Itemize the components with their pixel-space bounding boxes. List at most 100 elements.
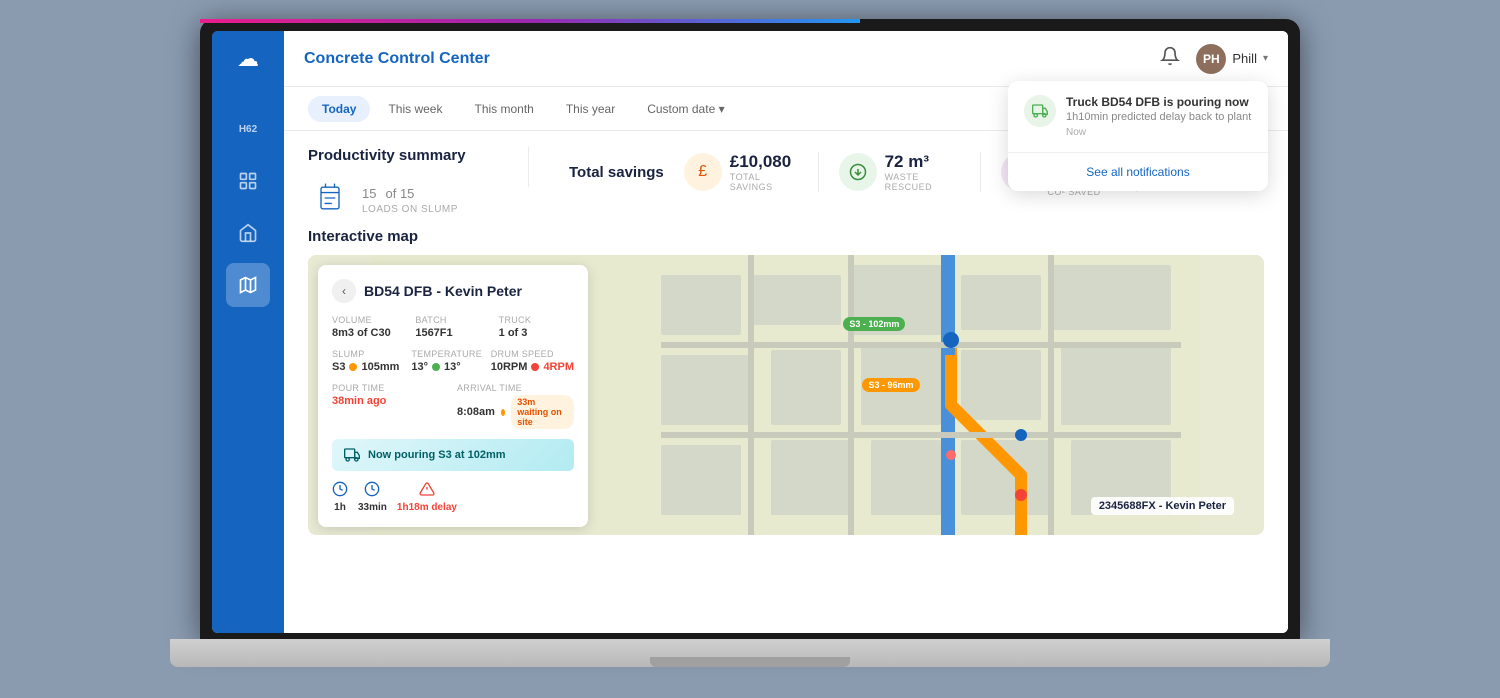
truck-number-field: Truck 1 of 3 [499,315,574,339]
clock-icon-2 [364,481,380,497]
tab-this-year[interactable]: This year [552,96,629,122]
productivity-col: Productivity summary [308,147,488,220]
sidebar-item-h62[interactable]: H62 [212,107,284,151]
bell-button[interactable] [1160,46,1180,71]
truck-slump-info: Slump S3 105mm Temperature [332,349,574,373]
cloud-icon: ☁ [237,46,259,72]
savings-item-0: £ £10,080 TOTAL SAVINGS [684,152,798,192]
laptop-frame: ☁ H62 [170,19,1330,679]
truck-volume-field: Volume 8m3 of C30 [332,315,407,339]
user-menu[interactable]: PH Phill ▾ [1196,44,1268,74]
footer-stat-2: 33min [358,481,387,513]
truck-basic-info: Volume 8m3 of C30 Batch 1567F1 Truck [332,315,574,339]
truck-batch-field: Batch 1567F1 [415,315,490,339]
map-section: Interactive map [308,228,1264,535]
footer-stat-delay: 1h18m delay [397,481,457,513]
drum-val2: 4RPM [543,361,574,373]
savings-info-0: £10,080 TOTAL SAVINGS [730,152,798,192]
sidebar-label: H62 [239,124,257,135]
drum-label: Drum speed [491,349,574,359]
savings-value-1: 72 m³ [885,152,961,172]
temp-values: 13° 13° [411,361,482,373]
sidebar-item-menu1[interactable] [226,159,270,203]
truck-label: Truck [499,315,574,325]
savings-item-1: 72 m³ WASTE RESCUED [839,152,961,192]
truck-name: BD54 DFB - Kevin Peter [364,283,522,299]
savings-label-0: TOTAL SAVINGS [730,172,798,192]
pour-label: Pour time [332,383,449,393]
notification-subtitle: 1h10min predicted delay back to plant [1066,111,1252,123]
map-label-s3-96: S3 - 96mm [862,378,919,392]
savings-title: Total savings [569,164,664,181]
savings-value-0: £10,080 [730,152,798,172]
sidebar-item-map[interactable] [226,263,270,307]
header-right: PH Phill ▾ [1160,44,1268,74]
arrival-field: Arrival time 8:08am 33m waiting on site [457,383,574,429]
temp-label: Temperature [411,349,482,359]
sidebar: ☁ H62 [212,31,284,633]
loads-icon [308,176,352,220]
tab-this-week[interactable]: This week [374,96,456,122]
footer-val1: 1h [334,502,346,513]
savings-label-1: WASTE RESCUED [885,172,961,192]
map-container[interactable]: S3 - 102mm S3 - 96mm ‹ BD54 DFB - Kevin … [308,255,1264,535]
savings-info-1: 72 m³ WASTE RESCUED [885,152,961,192]
clock-icon-1 [332,481,348,497]
arrival-label: Arrival time [457,383,574,393]
productivity-title: Productivity summary [308,147,488,164]
footer-val2: 33min [358,502,387,513]
truck-label-bottom: 2345688FX - Kevin Peter [1091,497,1234,515]
avatar: PH [1196,44,1226,74]
tab-this-month[interactable]: This month [460,96,547,122]
warning-icon [419,481,435,497]
slump-field: Slump S3 105mm [332,349,403,373]
truck-panel-header: ‹ BD54 DFB - Kevin Peter [332,279,574,303]
map-label-s3-102: S3 - 102mm [843,317,905,331]
avatar-label: PH [1203,52,1220,66]
back-button[interactable]: ‹ [332,279,356,303]
drum-values: 10RPM 4RPM [491,361,574,373]
arrival-row: 8:08am 33m waiting on site [457,395,574,429]
savings-divider-2 [980,152,981,192]
main-content: Concrete Control Center PH [284,31,1288,633]
pouring-text: Now pouring S3 at 102mm [368,449,506,461]
screen-bezel: ☁ H62 [200,19,1300,639]
volume-label: Volume [332,315,407,325]
pouring-icon [344,447,360,463]
truck-value: 1 of 3 [499,327,574,339]
truck-panel: ‹ BD54 DFB - Kevin Peter Volume 8m3 of C… [318,265,588,527]
map-title: Interactive map [308,228,1264,245]
loads-item: 15 of 15 LOADS ON SLUMP [308,176,488,220]
drum-field: Drum speed 10RPM 4RPM [491,349,574,373]
slump-values: S3 105mm [332,361,403,373]
temp-val2: 13° [444,361,461,373]
notification-popup: Truck BD54 DFB is pouring now 1h10min pr… [1008,81,1268,191]
slump-s3: S3 [332,361,345,373]
laptop-base [170,639,1330,667]
notification-content: Truck BD54 DFB is pouring now 1h10min pr… [1066,95,1252,138]
pour-value: 38min ago [332,395,449,407]
content-area: Productivity summary [284,131,1288,633]
notification-time: Now [1066,127,1252,138]
tab-custom-date[interactable]: Custom date ▾ [633,96,738,122]
footer-stat-1: 1h [332,481,348,513]
tab-today[interactable]: Today [308,96,370,122]
slump-label: Slump [332,349,403,359]
app-title: Concrete Control Center [304,50,490,68]
loads-info: 15 of 15 LOADS ON SLUMP [362,182,458,215]
header-logo-area: Concrete Control Center [304,50,490,68]
footer-delay: 1h18m delay [397,502,457,513]
waiting-badge: 33m waiting on site [511,395,574,429]
sidebar-item-menu2[interactable] [226,211,270,255]
loads-label: LOADS ON SLUMP [362,204,458,215]
loads-value: 15 of 15 [362,182,458,203]
sidebar-nav: H62 [212,107,284,307]
truck-footer: 1h 33min [332,481,574,513]
pouring-banner: Now pouring S3 at 102mm [332,439,574,471]
batch-value: 1567F1 [415,327,490,339]
see-all-notifications-link[interactable]: See all notifications [1008,153,1268,191]
batch-label: Batch [415,315,490,325]
pour-time-field: Pour time 38min ago [332,383,449,429]
section-divider [528,147,529,187]
drum-val1: 10RPM [491,361,528,373]
